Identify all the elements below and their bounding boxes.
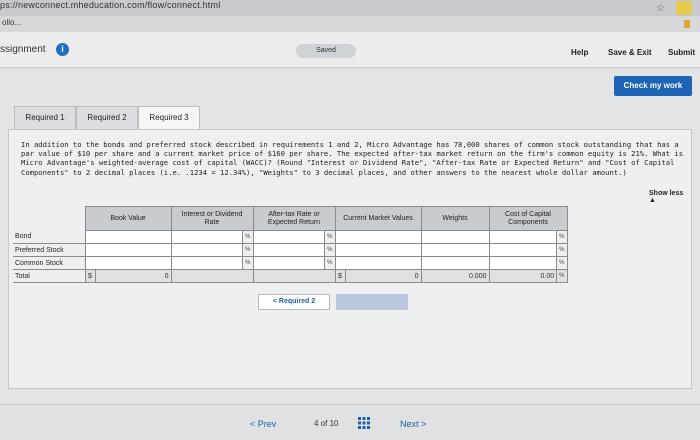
table-row: Preferred Stock % % %	[13, 243, 568, 257]
check-my-work-button[interactable]: Check my work	[614, 76, 692, 96]
header-after-tax-rate: After-tax Rate or Expected Return	[252, 206, 336, 231]
common-weight-input[interactable]	[420, 256, 490, 270]
bookmark-item[interactable]: olio...	[2, 18, 21, 27]
pct-unit: %	[242, 243, 254, 257]
total-market-currency: $	[334, 269, 346, 283]
question-text: In addition to the bonds and preferred s…	[21, 140, 684, 177]
bond-market-input[interactable]	[334, 230, 422, 244]
pct-unit: %	[556, 256, 568, 270]
table-row: Common Stock % % %	[13, 256, 568, 270]
tab-required-2[interactable]: Required 2	[76, 106, 138, 130]
total-book-currency: $	[84, 269, 96, 283]
extension-icon[interactable]	[676, 1, 692, 15]
header-blank	[13, 207, 85, 231]
bookmark-star-icon[interactable]: ☆	[656, 3, 665, 14]
total-weights: 0.000	[420, 269, 490, 283]
total-after-tax-blank	[252, 269, 336, 283]
bookmarks-bar: olio...	[0, 16, 700, 32]
common-book-value-input[interactable]	[84, 256, 172, 270]
pct-unit: %	[242, 230, 254, 244]
total-cost-unit: %	[556, 269, 568, 283]
table-total-row: Total $ 0 $ 0 0.000 0.00 %	[13, 269, 568, 283]
table-row: Bond % % %	[13, 230, 568, 244]
preferred-weight-input[interactable]	[420, 243, 490, 257]
header-book-value: Book Value	[84, 206, 172, 231]
browser-url-bar[interactable]: ps://newconnect.mheducation.com/flow/con…	[0, 0, 700, 16]
pct-unit: %	[324, 230, 336, 244]
pct-unit: %	[324, 243, 336, 257]
bookmark-icon[interactable]	[684, 20, 690, 28]
next-button[interactable]: Next >	[400, 419, 426, 429]
total-rate-blank	[170, 269, 254, 283]
total-book-value: 0	[94, 269, 172, 283]
help-button[interactable]: Help	[571, 48, 588, 57]
total-cost: 0.00	[488, 269, 558, 283]
common-rate-input[interactable]	[170, 256, 244, 270]
table-header-row: Book Value Interest or Dividend Rate Aft…	[13, 206, 568, 231]
bond-book-value-input[interactable]	[84, 230, 172, 244]
question-pager: < Prev 4 of 10 Next >	[0, 404, 700, 440]
tab-required-3[interactable]: Required 3	[138, 106, 200, 130]
preferred-cost-input[interactable]	[488, 243, 558, 257]
preferred-rate-input[interactable]	[170, 243, 244, 257]
assignment-title: ssignment	[0, 44, 46, 55]
common-cost-input[interactable]	[488, 256, 558, 270]
row-label-total: Total	[13, 269, 85, 283]
bond-cost-input[interactable]	[488, 230, 558, 244]
saved-status-badge: Saved	[296, 44, 356, 58]
header-interest-rate: Interest or Dividend Rate	[170, 206, 254, 231]
pct-unit: %	[556, 230, 568, 244]
show-less-link[interactable]: Show less ▲	[649, 190, 691, 204]
bond-weight-input[interactable]	[420, 230, 490, 244]
prev-button[interactable]: < Prev	[250, 419, 276, 429]
pct-unit: %	[556, 243, 568, 257]
header-weights: Weights	[420, 206, 490, 231]
preferred-after-tax-input[interactable]	[252, 243, 326, 257]
save-exit-button[interactable]: Save & Exit	[608, 48, 652, 57]
bond-after-tax-input[interactable]	[252, 230, 326, 244]
header-market-values: Current Market Values	[334, 206, 422, 231]
preferred-market-input[interactable]	[334, 243, 422, 257]
tab-required-1[interactable]: Required 1	[14, 106, 76, 130]
header-cost-components: Cost of Capital Components	[488, 206, 568, 231]
required-next-nav-button[interactable]	[336, 294, 408, 310]
wacc-table: Book Value Interest or Dividend Rate Aft…	[13, 206, 568, 283]
bond-rate-input[interactable]	[170, 230, 244, 244]
row-label-preferred: Preferred Stock	[13, 243, 85, 257]
common-after-tax-input[interactable]	[252, 256, 326, 270]
row-label-bond: Bond	[13, 230, 85, 244]
grid-icon[interactable]	[358, 417, 370, 429]
info-icon[interactable]: i	[56, 43, 69, 56]
preferred-book-value-input[interactable]	[84, 243, 172, 257]
common-market-input[interactable]	[334, 256, 422, 270]
assignment-header: ssignment i Saved Help Save & Exit Submi…	[0, 32, 700, 68]
required-2-nav-button[interactable]: < Required 2	[258, 294, 330, 310]
row-label-common: Common Stock	[13, 256, 85, 270]
pct-unit: %	[242, 256, 254, 270]
url-text[interactable]: ps://newconnect.mheducation.com/flow/con…	[0, 0, 220, 10]
page-count: 4 of 10	[314, 419, 339, 428]
pct-unit: %	[324, 256, 336, 270]
question-panel: In addition to the bonds and preferred s…	[8, 129, 692, 389]
submit-button[interactable]: Submit	[668, 48, 695, 57]
total-market-value: 0	[344, 269, 422, 283]
